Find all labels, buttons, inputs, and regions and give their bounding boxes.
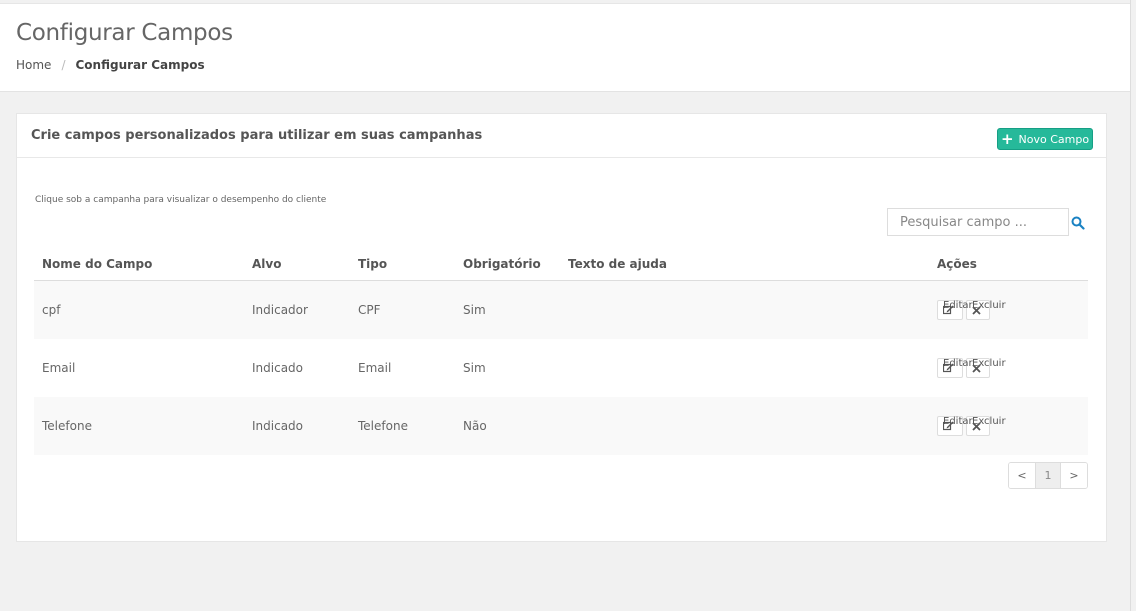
cell-obrigatorio: Sim <box>463 361 486 375</box>
fields-card: Crie campos personalizados para utilizar… <box>16 113 1107 542</box>
search-icon[interactable] <box>1071 215 1085 230</box>
delete-label: Excluir <box>972 358 1006 369</box>
column-header: Nome do Campo <box>42 257 153 271</box>
breadcrumb-home[interactable]: Home <box>16 58 51 72</box>
fields-table: Nome do Campo Alvo Tipo Obrigatório Text… <box>34 249 1088 455</box>
delete-label: Excluir <box>972 300 1006 311</box>
plus-icon: + <box>1000 129 1014 148</box>
column-header: Tipo <box>358 257 388 271</box>
breadcrumb: Home / Configurar Campos <box>16 58 205 72</box>
row-actions: Editar Excluir <box>937 416 1006 436</box>
table-row[interactable]: cpf Indicador CPF Sim Editar Excluir <box>34 281 1088 339</box>
new-field-label: Novo Campo <box>1018 132 1090 146</box>
edit-label: Editar <box>943 300 973 311</box>
table-row[interactable]: Telefone Indicado Telefone Não Editar Ex… <box>34 397 1088 455</box>
page-header: Configurar Campos Home / Configurar Camp… <box>0 3 1130 92</box>
search-input[interactable] <box>887 208 1069 236</box>
pagination: < 1 > <box>1008 462 1088 489</box>
edit-label: Editar <box>943 358 973 369</box>
pagination-next[interactable]: > <box>1061 463 1087 488</box>
cell-alvo: Indicado <box>252 361 304 375</box>
cell-tipo: CPF <box>358 303 381 317</box>
column-header: Ações <box>937 257 977 271</box>
cell-alvo: Indicado <box>252 419 304 433</box>
breadcrumb-separator: / <box>61 58 66 72</box>
breadcrumb-current: Configurar Campos <box>75 58 205 72</box>
edit-button[interactable]: Editar <box>937 300 973 320</box>
cell-obrigatorio: Sim <box>463 303 486 317</box>
scrollbar[interactable] <box>1130 0 1136 611</box>
hint-text: Clique sob a campanha para visualizar o … <box>35 195 327 205</box>
cell-obrigatorio: Não <box>463 419 487 433</box>
cell-tipo: Email <box>358 361 392 375</box>
column-header: Alvo <box>252 257 282 271</box>
column-header: Obrigatório <box>463 257 541 271</box>
edit-button[interactable]: Editar <box>937 416 973 436</box>
page-title: Configurar Campos <box>16 20 233 46</box>
delete-label: Excluir <box>972 416 1006 427</box>
pagination-page[interactable]: 1 <box>1035 463 1061 488</box>
row-actions: Editar Excluir <box>937 300 1006 320</box>
table-header: Nome do Campo Alvo Tipo Obrigatório Text… <box>34 249 1088 281</box>
edit-label: Editar <box>943 416 973 427</box>
cell-alvo: Indicador <box>252 303 308 317</box>
card-title: Crie campos personalizados para utilizar… <box>31 128 483 143</box>
edit-button[interactable]: Editar <box>937 358 973 378</box>
cell-nome: Telefone <box>42 419 92 433</box>
column-header: Texto de ajuda <box>568 257 667 271</box>
new-field-button[interactable]: + Novo Campo <box>997 128 1093 150</box>
pagination-prev[interactable]: < <box>1009 463 1035 488</box>
card-header: Crie campos personalizados para utilizar… <box>17 114 1106 158</box>
cell-nome: Email <box>42 361 76 375</box>
cell-nome: cpf <box>42 303 61 317</box>
table-row[interactable]: Email Indicado Email Sim Editar Excluir <box>34 339 1088 397</box>
row-actions: Editar Excluir <box>937 358 1006 378</box>
cell-tipo: Telefone <box>358 419 408 433</box>
